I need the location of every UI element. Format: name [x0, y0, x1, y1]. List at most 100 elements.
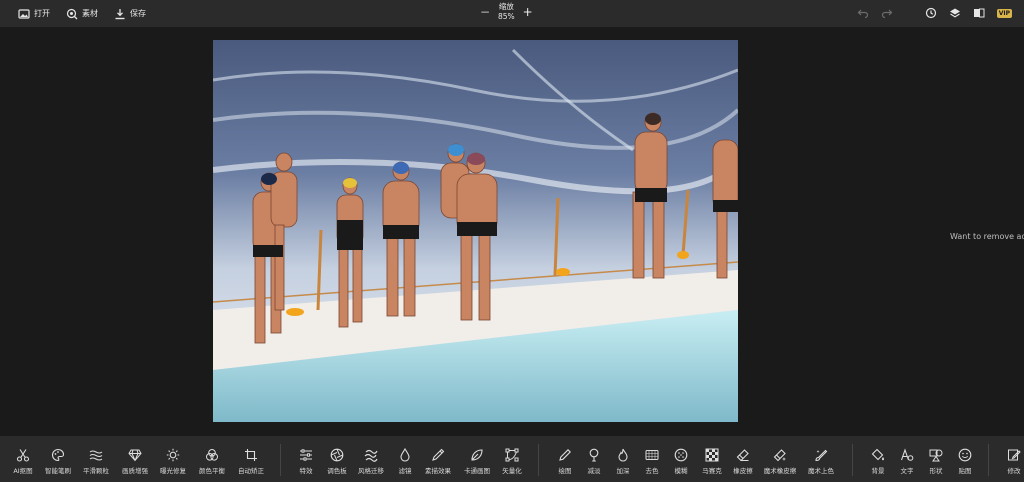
tool-style-transfer[interactable]: 风格迁移: [353, 448, 389, 475]
top-toolbar: 打开 素材 保存 − 缩放 85% + VIP: [0, 0, 1024, 27]
bottom-toolbar: AI抠图 智能笔刷 平滑颗粒 画质增强 曝光修复 颜色平衡 自动矫正 特效 调色…: [0, 436, 1024, 482]
tool-label: 形状: [929, 467, 943, 475]
tool-cartoon[interactable]: 卡通画图: [459, 448, 495, 475]
pen-icon: [559, 449, 571, 461]
tool-filter[interactable]: 滤镜: [387, 448, 423, 475]
tool-label: 滤镜: [398, 467, 412, 475]
toolbar-divider: [852, 444, 853, 476]
tool-label: 调色板: [327, 467, 347, 475]
photo-swimmers: [213, 40, 738, 422]
tool-label: 修改: [1007, 467, 1021, 475]
remove-ads-link[interactable]: Want to remove ads?: [950, 232, 1024, 241]
open-label: 打开: [34, 9, 50, 18]
tool-sketch[interactable]: 素描效果: [420, 448, 456, 475]
tool-label: 魔术橡皮擦: [763, 467, 797, 475]
vector-nodes-icon: [505, 448, 519, 462]
blur-dots-icon: [674, 448, 688, 462]
sliders-icon: [300, 449, 312, 461]
tool-label: 去色: [645, 467, 659, 475]
tool-eraser[interactable]: 橡皮擦: [725, 448, 761, 475]
leaf-icon: [471, 449, 483, 461]
desaturate-icon: [645, 450, 659, 460]
smiley-icon: [958, 448, 972, 462]
tool-label: 橡皮擦: [733, 467, 753, 475]
history-icon[interactable]: [925, 7, 937, 19]
magic-eraser-icon: [773, 449, 786, 462]
paint-bucket-icon: [871, 448, 884, 461]
zoom-control: − 缩放 85% +: [480, 2, 533, 22]
tool-label: 模糊: [674, 467, 688, 475]
burn-flame-icon: [618, 448, 628, 462]
tool-color-balance[interactable]: 颜色平衡: [194, 448, 230, 475]
open-button[interactable]: 打开: [18, 8, 50, 20]
save-button[interactable]: 保存: [114, 8, 146, 20]
diamond-icon: [128, 449, 142, 462]
style-icon: [364, 449, 378, 462]
tool-label: 平滑颗粒: [83, 467, 109, 475]
shapes-icon: [929, 449, 943, 462]
edit-icon: [1008, 449, 1021, 461]
tool-label: 画质增强: [122, 467, 148, 475]
tool-label: 文字: [900, 467, 914, 475]
tool-label: 曝光修复: [160, 467, 186, 475]
image-canvas[interactable]: [213, 40, 738, 422]
toolbar-divider: [280, 444, 281, 476]
tool-label: 风格迁移: [358, 467, 384, 475]
tool-label: 马赛克: [702, 467, 722, 475]
tool-label: 绘图: [558, 467, 572, 475]
toolbar-divider: [988, 444, 989, 476]
tool-label: 矢量化: [502, 467, 522, 475]
tool-ai-cutout[interactable]: AI抠图: [5, 448, 41, 475]
assets-search-icon: [66, 8, 78, 19]
drop-icon: [400, 448, 410, 462]
file-actions: 打开 素材 保存: [0, 8, 158, 20]
tool-modify[interactable]: 修改: [996, 448, 1024, 475]
tool-vectorize[interactable]: 矢量化: [494, 448, 530, 475]
magic-brush-icon: [815, 449, 828, 462]
toolbar-divider: [538, 444, 539, 476]
text-icon: [900, 448, 914, 461]
assets-label: 素材: [82, 9, 98, 18]
assets-button[interactable]: 素材: [66, 8, 98, 20]
tool-palette[interactable]: 调色板: [319, 448, 355, 475]
tool-stickers[interactable]: 贴图: [947, 448, 983, 475]
vip-badge[interactable]: VIP: [996, 8, 1012, 18]
layers-icon[interactable]: [949, 7, 961, 19]
tool-label: 魔术上色: [808, 467, 834, 475]
tool-label: 颜色平衡: [199, 467, 225, 475]
tool-label: 素描效果: [425, 467, 451, 475]
dodge-icon: [589, 448, 599, 462]
tool-smart-brush[interactable]: 智能笔刷: [40, 448, 76, 475]
tool-smooth-grain[interactable]: 平滑颗粒: [78, 448, 114, 475]
compare-icon[interactable]: [973, 7, 985, 19]
zoom-out-button[interactable]: −: [480, 5, 490, 19]
crop-frame-icon: [245, 449, 257, 461]
scissors-icon: [16, 449, 30, 462]
undo-icon[interactable]: [857, 7, 869, 19]
tool-auto-correct[interactable]: 自动矫正: [233, 448, 269, 475]
zoom-value: 85%: [498, 12, 515, 21]
tool-label: 背景: [871, 467, 885, 475]
tool-label: 加深: [616, 467, 630, 475]
tool-label: AI抠图: [13, 467, 33, 475]
zoom-title: 缩放: [498, 2, 514, 11]
tool-label: 贴图: [958, 467, 972, 475]
sun-icon: [166, 448, 180, 462]
tool-magic-colorize[interactable]: 魔术上色: [803, 448, 839, 475]
tool-label: 减淡: [587, 467, 601, 475]
tool-label: 卡通画图: [464, 467, 490, 475]
save-label: 保存: [130, 9, 146, 18]
tool-magic-eraser[interactable]: 魔术橡皮擦: [762, 448, 798, 475]
redo-icon[interactable]: [881, 7, 893, 19]
open-image-icon: [18, 8, 30, 19]
color-circles-icon: [206, 449, 218, 461]
top-right-actions: VIP: [857, 7, 1012, 19]
zoom-in-button[interactable]: +: [523, 5, 533, 19]
tool-label: 自动矫正: [238, 467, 264, 475]
eraser-icon: [736, 449, 749, 462]
palette-brush-icon: [52, 448, 65, 462]
tool-enhance[interactable]: 画质增强: [117, 448, 153, 475]
tool-exposure[interactable]: 曝光修复: [155, 448, 191, 475]
zoom-readout: 缩放 85%: [498, 2, 515, 22]
waves-icon: [89, 450, 103, 461]
